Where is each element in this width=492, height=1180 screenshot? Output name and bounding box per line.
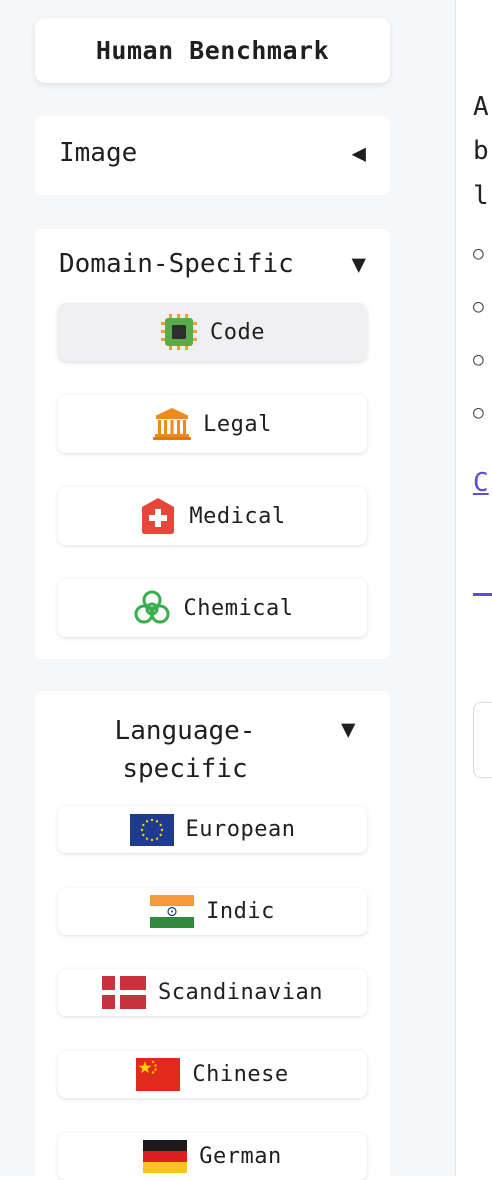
item-label: Chemical bbox=[183, 595, 294, 621]
india-flag-icon bbox=[150, 895, 195, 928]
medical-cross-icon bbox=[139, 497, 177, 535]
image-panel-label: Image bbox=[59, 138, 138, 168]
bullet-icon: ○ bbox=[473, 349, 484, 370]
sidebar-item-scandinavian[interactable]: Scandinavian bbox=[58, 969, 367, 1016]
sidebar-item-indic[interactable]: Indic bbox=[58, 888, 367, 935]
language-specific-panel: Language- specific ▼ European Indic Scan… bbox=[35, 691, 390, 1180]
item-label: Code bbox=[210, 319, 265, 345]
courthouse-icon bbox=[153, 407, 192, 441]
domain-specific-panel: Domain-Specific ▼ Code Legal Medical Che… bbox=[35, 229, 390, 659]
domain-panel-header[interactable]: Domain-Specific ▼ bbox=[59, 249, 366, 279]
expand-arrow-icon[interactable]: ▼ bbox=[352, 250, 366, 278]
sidebar-item-medical[interactable]: Medical bbox=[58, 487, 367, 545]
item-label: German bbox=[199, 1144, 282, 1169]
item-label: Scandinavian bbox=[158, 980, 323, 1005]
sidebar: Human Benchmark Image ◀ Domain-Specific … bbox=[0, 0, 455, 1180]
sidebar-item-european[interactable]: European bbox=[58, 806, 367, 853]
domain-panel-label: Domain-Specific bbox=[59, 249, 294, 279]
language-label-line1: Language- bbox=[114, 716, 256, 746]
sidebar-item-code[interactable]: Code bbox=[58, 303, 367, 361]
sidebar-item-chinese[interactable]: Chinese bbox=[58, 1051, 367, 1098]
sidebar-item-legal[interactable]: Legal bbox=[58, 395, 367, 453]
item-label: Legal bbox=[203, 411, 272, 437]
main-link[interactable]: C bbox=[473, 468, 489, 498]
item-label: Indic bbox=[206, 899, 275, 924]
cpu-chip-icon bbox=[160, 313, 198, 351]
tab-underline bbox=[473, 593, 492, 596]
main-content-partial: A b l ○ ○ ○ ○ C bbox=[456, 0, 492, 1176]
image-panel-header[interactable]: Image ◀ bbox=[59, 138, 366, 168]
app-title[interactable]: Human Benchmark bbox=[35, 18, 390, 83]
bullet-icon: ○ bbox=[473, 402, 484, 423]
eu-flag-icon bbox=[129, 813, 174, 846]
biohazard-icon bbox=[132, 588, 172, 628]
bullet-icon: ○ bbox=[473, 243, 484, 264]
bullet-icon: ○ bbox=[473, 296, 484, 317]
image-panel: Image ◀ bbox=[35, 116, 390, 195]
collapse-arrow-icon[interactable]: ◀ bbox=[352, 139, 366, 167]
china-flag-icon bbox=[136, 1058, 181, 1091]
sidebar-item-chemical[interactable]: Chemical bbox=[58, 579, 367, 637]
language-panel-label[interactable]: Language- specific bbox=[85, 712, 285, 788]
germany-flag-icon bbox=[143, 1140, 188, 1173]
language-label-line2: specific bbox=[122, 754, 248, 784]
sidebar-item-german[interactable]: German bbox=[58, 1133, 367, 1180]
main-text-line: b bbox=[473, 136, 489, 166]
expand-arrow-icon[interactable]: ▼ bbox=[341, 715, 355, 743]
item-label: European bbox=[185, 817, 296, 842]
main-text-line: A bbox=[473, 92, 489, 122]
content-card bbox=[473, 702, 492, 778]
main-text-line: l bbox=[473, 181, 489, 211]
item-label: Chinese bbox=[192, 1062, 289, 1087]
denmark-flag-icon bbox=[102, 976, 147, 1009]
item-label: Medical bbox=[189, 503, 286, 529]
